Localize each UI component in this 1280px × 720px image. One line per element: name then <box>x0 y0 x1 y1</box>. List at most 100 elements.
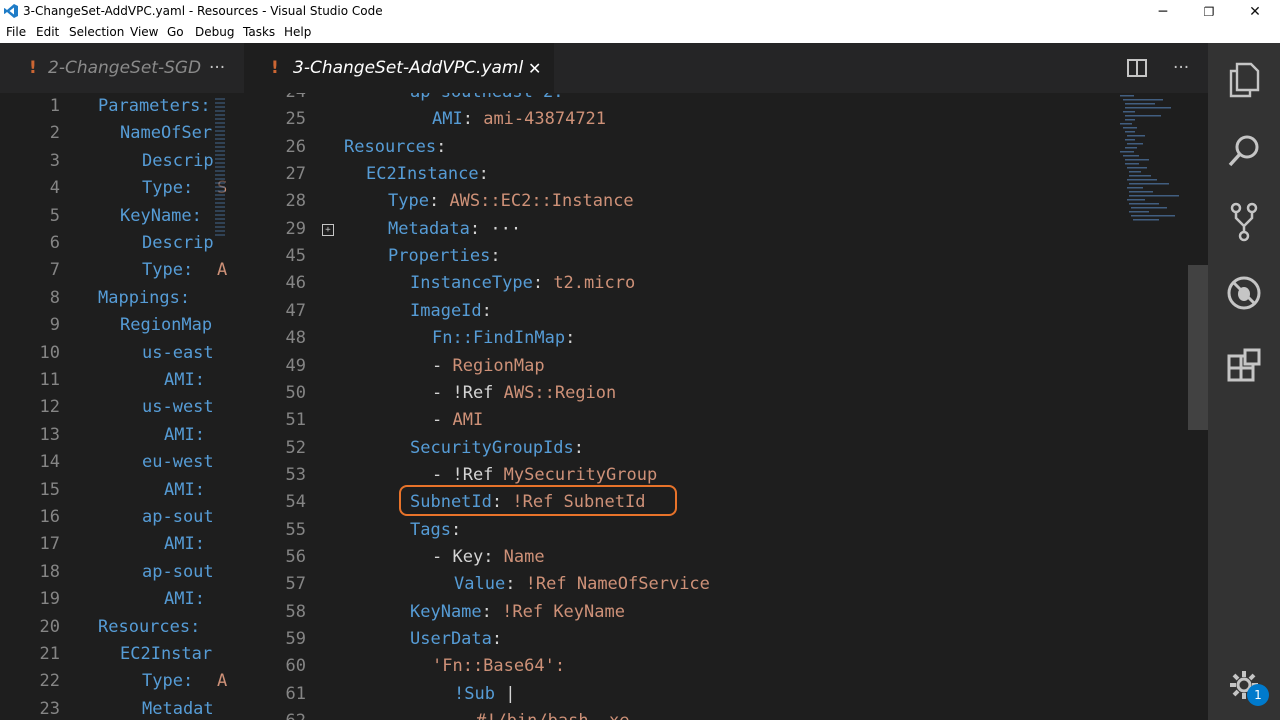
yaml-key: ImageId <box>410 300 482 321</box>
colon: : <box>450 519 472 540</box>
line-number: 5 <box>49 205 60 226</box>
left-minimap[interactable] <box>215 98 225 238</box>
line-number: 14 <box>39 452 60 473</box>
line-number: 7 <box>49 260 60 281</box>
code-line[interactable]: 20 Resources: <box>0 614 244 641</box>
code-line[interactable]: 11 AMI: <box>0 367 244 394</box>
activity-bar: 1 <box>1208 43 1280 720</box>
minimize-button[interactable]: ─ <box>1140 0 1186 23</box>
yaml-key: us-east <box>142 342 214 363</box>
code-line[interactable]: 3 Descrip <box>0 148 244 175</box>
code-line[interactable]: 45 Properties: <box>244 243 1104 270</box>
close-tab-icon[interactable]: ✕ <box>528 43 541 93</box>
menu-go[interactable]: Go <box>167 25 184 39</box>
code-text: KeyName: !Ref KeyName <box>410 599 625 626</box>
colon: : <box>505 574 526 595</box>
more-actions-icon[interactable]: ··· <box>1173 43 1189 93</box>
line-number: 47 <box>285 300 306 321</box>
tab-2-changeset[interactable]: ! 2-ChangeSet-SGD ··· <box>0 43 244 93</box>
line-number: 12 <box>39 397 60 418</box>
code-line[interactable]: 15 AMI: <box>0 477 244 504</box>
menu-tasks[interactable]: Tasks <box>243 25 275 39</box>
code-line[interactable]: 53 - !Ref MySecurityGroup <box>244 462 1104 489</box>
code-line[interactable]: 21 EC2Instar <box>0 641 244 668</box>
menu-help[interactable]: Help <box>284 25 311 39</box>
code-line[interactable]: 51 - AMI <box>244 407 1104 434</box>
vertical-scrollbar-thumb[interactable] <box>1188 265 1208 430</box>
split-editor-icon[interactable] <box>1127 59 1147 77</box>
code-line[interactable]: 19 AMI: <box>0 586 244 613</box>
code-line[interactable]: 57 Value: !Ref NameOfService <box>244 571 1104 598</box>
code-line[interactable]: 5 KeyName: <box>0 203 244 230</box>
line-number: 26 <box>285 136 306 157</box>
code-line[interactable]: 60 'Fn::Base64': <box>244 653 1104 680</box>
yaml-key: !Sub <box>454 683 495 704</box>
code-line[interactable]: 26 Resources: <box>244 134 1104 161</box>
code-line[interactable]: 16 ap-sout <box>0 504 244 531</box>
code-line[interactable]: 27 EC2Instance: <box>244 161 1104 188</box>
search-icon[interactable] <box>1224 131 1264 171</box>
code-line[interactable]: 23 Metadat <box>0 696 244 720</box>
menu-edit[interactable]: Edit <box>36 25 59 39</box>
colon: : <box>481 601 503 622</box>
right-minimap[interactable] <box>1120 93 1190 223</box>
code-line[interactable]: 4Type:S <box>0 175 244 202</box>
yaml-key: ap-sout <box>142 561 214 582</box>
code-line[interactable]: 61 !Sub | <box>244 681 1104 708</box>
colon: : <box>436 136 457 157</box>
code-line[interactable]: 55 Tags: <box>244 517 1104 544</box>
code-line[interactable]: 24 ap-southeast-2: <box>244 93 1104 106</box>
code-line[interactable]: 7 Type: A <box>0 257 244 284</box>
menu-view[interactable]: View <box>130 25 158 39</box>
code-line[interactable]: 56 - Key: Name <box>244 544 1104 571</box>
yaml-key: AMI: <box>164 589 205 610</box>
code-line[interactable]: 12 us-west <box>0 394 244 421</box>
code-line[interactable]: 6 Descrip <box>0 230 244 257</box>
yaml-key: AMI <box>432 109 463 130</box>
code-line[interactable]: 62 #!/bin/bash -xe <box>244 708 1104 720</box>
close-window-button[interactable]: ✕ <box>1232 0 1278 23</box>
tab-3-changeset-addvpc[interactable]: ! 3-ChangeSet-AddVPC.yaml ✕ <box>244 43 554 93</box>
restore-button[interactable]: ❐ <box>1186 0 1232 23</box>
code-line[interactable]: 49 - RegionMap <box>244 353 1104 380</box>
code-line[interactable]: 48 Fn::FindInMap: <box>244 325 1104 352</box>
menu-debug[interactable]: Debug <box>195 25 234 39</box>
source-control-icon[interactable] <box>1224 202 1264 242</box>
code-line[interactable]: 14 eu-west <box>0 449 244 476</box>
more-actions-icon[interactable]: ··· <box>209 58 225 78</box>
extensions-icon[interactable] <box>1224 345 1264 385</box>
code-line[interactable]: 10 us-east <box>0 340 244 367</box>
code-line[interactable]: 8 Mappings: <box>0 285 244 312</box>
code-line[interactable]: 13 AMI: <box>0 422 244 449</box>
code-line[interactable]: 29 Metadata: ··· + <box>244 216 1104 243</box>
line-number: 3 <box>49 150 60 171</box>
code-line[interactable]: 1 Parameters: <box>0 93 244 120</box>
code-line[interactable]: 18 ap-sout <box>0 559 244 586</box>
yaml-value: !Ref KeyName <box>502 601 625 622</box>
colon: : <box>428 191 450 212</box>
code-line[interactable]: 58 KeyName: !Ref KeyName <box>244 599 1104 626</box>
code-line[interactable]: 47 ImageId: <box>244 298 1104 325</box>
explorer-icon[interactable] <box>1224 60 1264 100</box>
right-code-editor[interactable]: 24 ap-southeast-2: 25 AMI: ami-43874721 26 Re… <box>244 93 1208 720</box>
code-line[interactable]: 25 AMI: ami-43874721 <box>244 106 1104 133</box>
line-number: 52 <box>285 437 306 458</box>
code-text: Value: !Ref NameOfService <box>454 571 710 598</box>
menu-selection[interactable]: Selection <box>69 25 124 39</box>
code-line[interactable]: 28 Type: AWS::EC2::Instance <box>244 188 1104 215</box>
code-line[interactable]: 46 InstanceType: t2.micro <box>244 270 1104 297</box>
debug-icon[interactable] <box>1224 273 1264 313</box>
menu-file[interactable]: File <box>6 25 26 39</box>
colon: : <box>478 164 500 185</box>
fold-expand-icon[interactable]: + <box>322 223 334 236</box>
code-line[interactable]: 22 Type: A <box>0 668 244 695</box>
code-line[interactable]: 9 RegionMap <box>0 312 244 339</box>
yaml-key: Type: <box>142 178 194 199</box>
code-text: Tags: <box>410 517 471 544</box>
code-line[interactable]: 17 AMI: <box>0 531 244 558</box>
code-line[interactable]: 59 UserData: <box>244 626 1104 653</box>
code-line[interactable]: 50 - !Ref AWS::Region <box>244 380 1104 407</box>
code-line[interactable]: 52 SecurityGroupIds: <box>244 435 1104 462</box>
yaml-key: EC2Instance <box>366 164 479 185</box>
code-line[interactable]: 2 NameOfSer <box>0 120 244 147</box>
